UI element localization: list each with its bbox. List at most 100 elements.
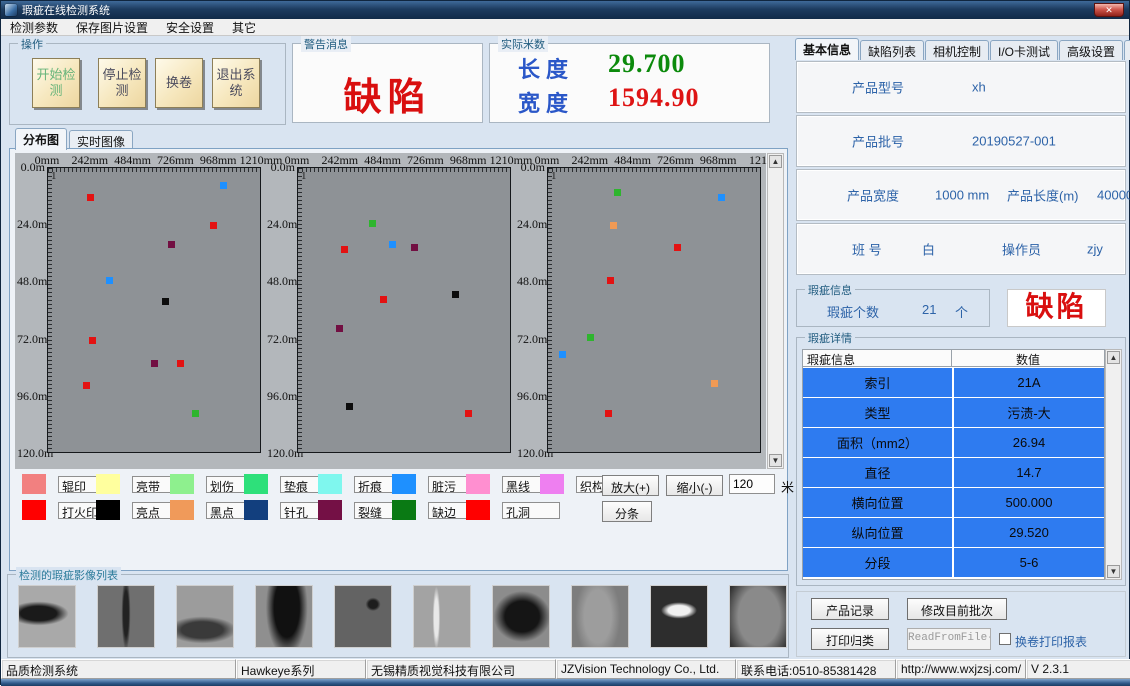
tab-运行状态信息[interactable]: 运行状态信息 xyxy=(1124,40,1130,60)
table-row[interactable]: 索引21A xyxy=(803,368,1104,397)
x-tick-label: 968mm xyxy=(200,153,237,168)
legend-swatch-垫痕 xyxy=(244,474,268,494)
split-button[interactable]: 分条 xyxy=(602,501,652,522)
op-button-2[interactable]: 停止检测 xyxy=(98,58,146,108)
title-bar[interactable]: 瑕疵在线检测系统 ✕ xyxy=(1,1,1129,19)
status-cell-4: JZVision Technology Co., Ltd. xyxy=(556,659,736,679)
product-cell: 白 xyxy=(922,240,935,259)
tab-相机控制[interactable]: 相机控制 xyxy=(925,40,989,60)
menu-item-4[interactable]: 其它 xyxy=(223,19,265,36)
defect-thumbnail-4[interactable] xyxy=(255,585,313,648)
defect-image-list-title: 检测的瑕疵影像列表 xyxy=(16,567,121,583)
y-tick-label: 24.0m xyxy=(267,217,295,232)
menu-item-1[interactable]: 检测参数 xyxy=(1,19,67,36)
op-button-4[interactable]: 退出系统 xyxy=(212,58,260,108)
chart-plot-area[interactable]: 1 xyxy=(47,167,261,453)
table-row[interactable]: 面积（mm2）26.94 xyxy=(803,428,1104,457)
chart-vertical-scrollbar[interactable]: ▲ ▼ xyxy=(767,153,784,469)
table-scroll-down-icon[interactable]: ▼ xyxy=(1107,565,1120,578)
zoom-out-button[interactable]: 缩小(-) xyxy=(666,475,723,496)
y-tick-label: 120.0m xyxy=(267,446,295,461)
close-icon[interactable]: ✕ xyxy=(1094,3,1124,17)
tab-实时图像[interactable]: 实时图像 xyxy=(69,130,133,150)
x-tick-label: 484mm xyxy=(364,153,401,168)
x-tick-label: 484mm xyxy=(614,153,651,168)
tab-I/O卡测试[interactable]: I/O卡测试 xyxy=(990,40,1058,60)
product-row-3: 产品宽度1000 mm产品长度(m)40000 xyxy=(796,169,1126,221)
meters-unit-label: 米 xyxy=(781,477,794,496)
defect-marker xyxy=(711,380,718,387)
tab-高级设置[interactable]: 高级设置 xyxy=(1059,40,1123,60)
product-row-1: 产品型号xh xyxy=(796,61,1126,113)
chart-plot-area[interactable]: 1 xyxy=(547,167,761,453)
modify-batch-button[interactable]: 修改目前批次 xyxy=(907,598,1007,620)
product-record-button[interactable]: 产品记录 xyxy=(811,598,889,620)
print-on-roll-change-checkbox[interactable] xyxy=(999,633,1011,645)
table-row[interactable]: 纵向位置29.520 xyxy=(803,518,1104,547)
defect-thumbnail-5[interactable] xyxy=(334,585,392,648)
header-name-col: 瑕疵信息 xyxy=(803,350,952,366)
defect-thumbnail-6[interactable] xyxy=(413,585,471,648)
status-cell-5: 联系电话:0510-85381428 xyxy=(736,659,896,679)
scroll-down-icon[interactable]: ▼ xyxy=(769,454,782,467)
table-scroll-up-icon[interactable]: ▲ xyxy=(1107,351,1120,364)
y-tick-label: 120.0m xyxy=(17,446,45,461)
defect-marker xyxy=(341,246,348,253)
tab-缺陷列表[interactable]: 缺陷列表 xyxy=(860,40,924,60)
chart-plot-area[interactable]: 1 xyxy=(297,167,511,453)
defect-marker xyxy=(168,241,175,248)
defect-marker xyxy=(389,241,396,248)
y-tick-label: 96.0m xyxy=(267,389,295,404)
table-row[interactable]: 分段5-6 xyxy=(803,548,1104,577)
defect-marker xyxy=(83,382,90,389)
defect-count-group-title: 瑕疵信息 xyxy=(805,282,855,298)
op-button-3[interactable]: 换卷 xyxy=(155,58,203,108)
table-row[interactable]: 横向位置500.000 xyxy=(803,488,1104,517)
detail-value-cell: 污渍-大 xyxy=(954,398,1104,427)
table-row[interactable]: 类型污渍-大 xyxy=(803,398,1104,427)
window-title: 瑕疵在线检测系统 xyxy=(22,2,110,18)
menu-item-3[interactable]: 安全设置 xyxy=(157,19,223,36)
print-classify-button[interactable]: 打印归类 xyxy=(811,628,889,650)
y-tick-label: 24.0m xyxy=(17,217,45,232)
y-tick-marks xyxy=(48,168,52,452)
defect-marker xyxy=(605,410,612,417)
table-vertical-scrollbar[interactable]: ▲ ▼ xyxy=(1105,349,1122,580)
defect-thumbnail-3[interactable] xyxy=(176,585,234,648)
zoom-in-button[interactable]: 放大(+) xyxy=(602,475,659,496)
print-on-roll-change-label: 换卷打印报表 xyxy=(1015,633,1087,650)
defect-marker xyxy=(718,194,725,201)
y-tick-label: 0.0m xyxy=(267,160,295,175)
legend-label-孔洞: 孔洞 xyxy=(502,502,560,519)
tab-分布图[interactable]: 分布图 xyxy=(15,128,67,150)
defect-thumbnail-7[interactable] xyxy=(492,585,550,648)
menu-item-2[interactable]: 保存图片设置 xyxy=(67,19,157,36)
x-tick-marks xyxy=(48,168,260,172)
y-tick-marks xyxy=(548,168,552,452)
tab-基本信息[interactable]: 基本信息 xyxy=(795,38,859,60)
defect-thumbnail-9[interactable] xyxy=(650,585,708,648)
product-cell: 20190527-001 xyxy=(972,134,1056,149)
detail-name-cell: 面积（mm2） xyxy=(803,428,952,457)
scatter-chart-3: 0mm242mm484mm726mm968mm12100.0m24.0m48.0… xyxy=(517,153,767,469)
defect-marker xyxy=(87,194,94,201)
table-row[interactable]: 直径14.7 xyxy=(803,458,1104,487)
defect-thumbnail-1[interactable] xyxy=(18,585,76,648)
defect-marker xyxy=(369,220,376,227)
y-tick-label: 96.0m xyxy=(17,389,45,404)
x-tick-label: 726mm xyxy=(157,153,194,168)
legend-swatch-针孔 xyxy=(244,500,268,520)
defect-alert-box: 缺陷 xyxy=(1007,289,1106,327)
y-tick-label: 72.0m xyxy=(267,332,295,347)
defect-thumbnail-2[interactable] xyxy=(97,585,155,648)
detail-value-cell: 21A xyxy=(954,368,1104,397)
defect-image-list-group: 检测的瑕疵影像列表 xyxy=(7,574,789,658)
defect-thumbnail-8[interactable] xyxy=(571,585,629,648)
scroll-up-icon[interactable]: ▲ xyxy=(769,155,782,168)
product-cell: 1000 mm xyxy=(935,188,989,203)
legend-swatch-辊印 xyxy=(22,474,46,494)
legend-swatch-黑线 xyxy=(466,474,490,494)
op-button-1[interactable]: 开始检测 xyxy=(32,58,80,108)
meters-range-input[interactable] xyxy=(729,474,775,494)
defect-thumbnail-10[interactable] xyxy=(729,585,787,648)
